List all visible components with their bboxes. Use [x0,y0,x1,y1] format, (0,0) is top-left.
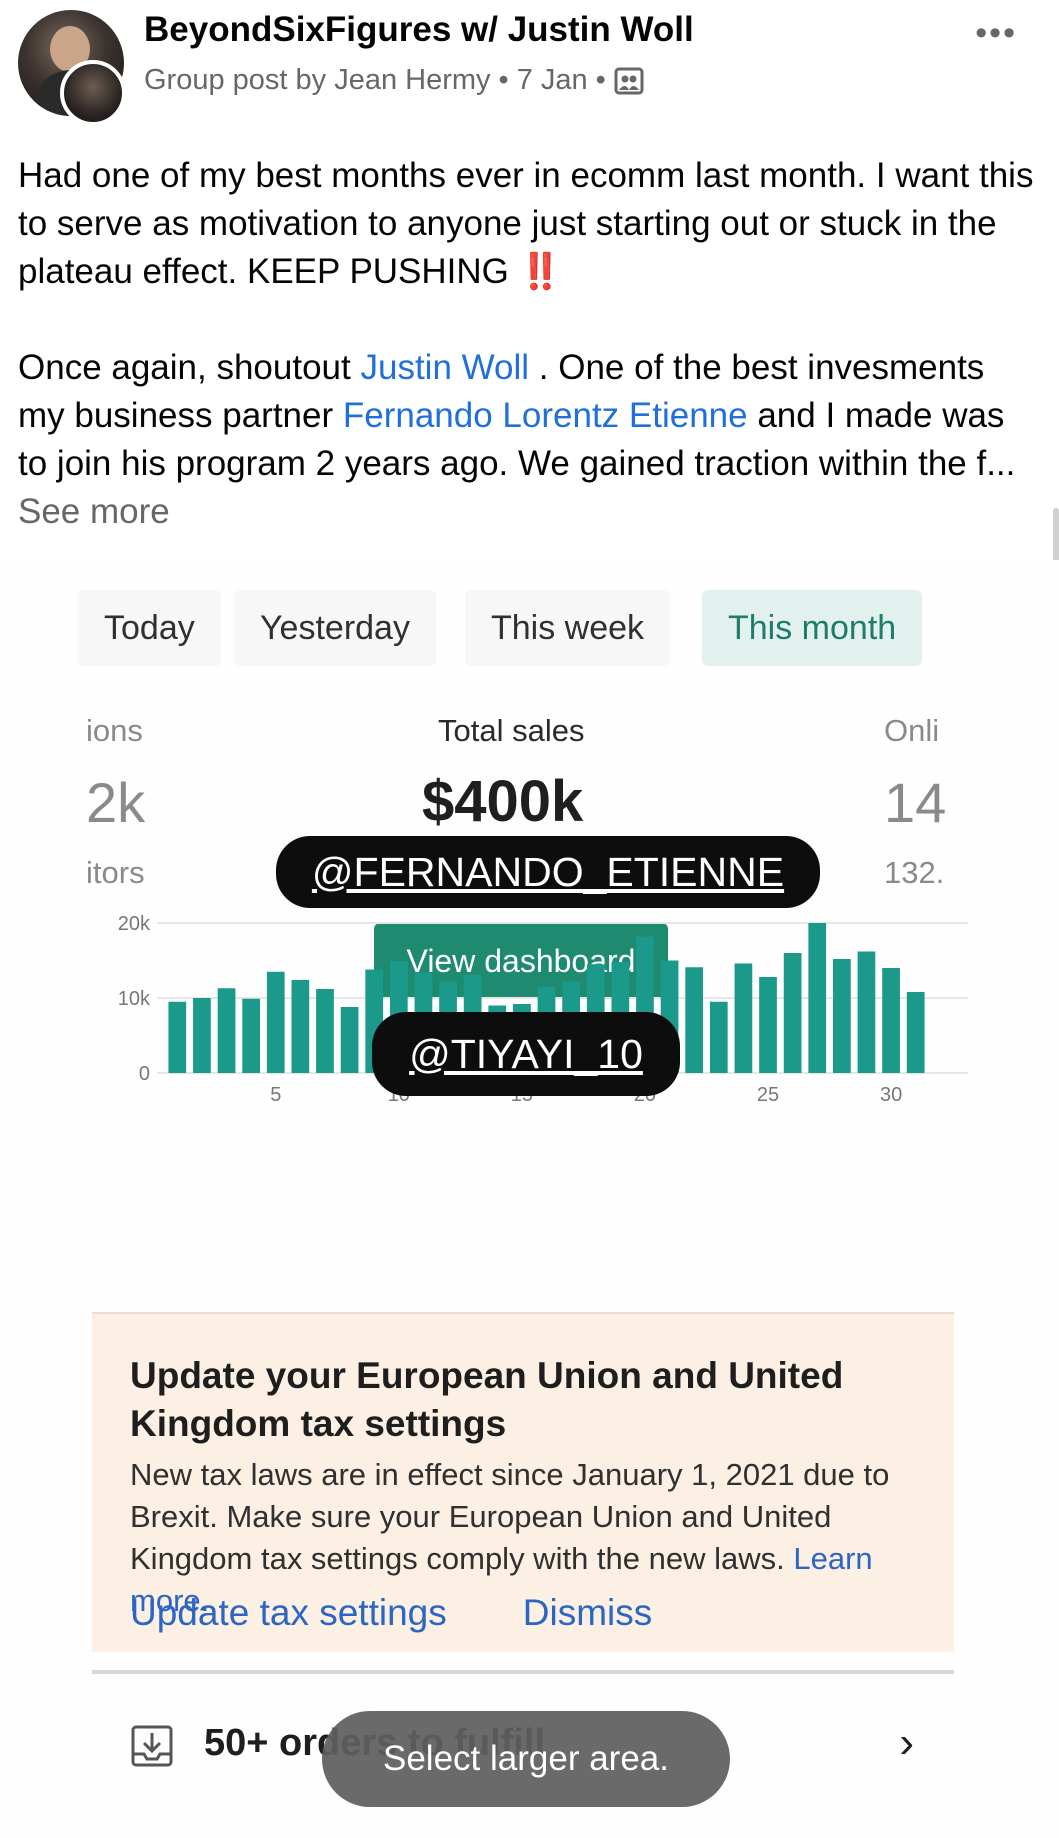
chart-bar [193,998,211,1073]
chart-bar [734,963,753,1073]
chart-bar [906,992,925,1073]
chart-bar [217,988,236,1073]
x-tick-label: 25 [757,1084,779,1106]
post-image[interactable]: Today Yesterday This week This month ion… [0,560,1059,1838]
post-header: BeyondSixFigures w/ Justin Woll Group po… [0,0,1059,126]
post-meta: Group post by Jean Hermy • 7 Jan • [144,64,644,97]
section-divider [92,1670,954,1674]
chart-bar [882,968,900,1073]
x-tick-label: 30 [880,1084,902,1106]
tax-banner-title: Update your European Union and United Ki… [130,1355,844,1444]
chart-bar [340,1007,359,1073]
select-larger-area-toast: Select larger area. [322,1711,730,1807]
x-tick-label: 5 [270,1084,281,1106]
chart-bar [832,959,851,1073]
poster-avatar[interactable] [60,60,126,126]
mention-fernando[interactable]: Fernando Lorentz Etienne [343,396,748,435]
tax-settings-banner: Update your European Union and United Ki… [92,1312,954,1652]
post-paragraph-1: Had one of my best months ever in ecomm … [18,152,1038,296]
double-exclamation-emoji: ‼️ [518,252,563,291]
chart-bar [759,977,777,1073]
chart-bar [168,1001,187,1073]
chart-bar [316,989,334,1073]
y-tick-label: 0 [139,1063,150,1085]
download-tray-icon [131,1725,173,1767]
group-name[interactable]: BeyondSixFigures w/ Justin Woll [144,10,694,50]
chart-bar [709,1001,728,1073]
post-author[interactable]: Group post by Jean Hermy [144,64,491,97]
dismiss-link: Dismiss [522,1592,653,1633]
chart-bar [685,967,704,1073]
username-sticker-tiyayi: @TIYAYI_10 [372,1012,680,1096]
meta-separator: • [595,64,606,96]
chevron-right-icon: › [899,1718,914,1767]
post-text-segment: Once again, shoutout [18,348,351,387]
chart-bar [783,953,802,1073]
group-audience-icon [614,67,644,94]
chart-bar [808,923,827,1073]
update-tax-settings-link: Update tax settings [130,1592,447,1633]
chart-bar [857,951,876,1073]
tax-banner-actions: Update tax settings Dismiss [130,1592,652,1634]
post-date[interactable]: 7 Jan [517,64,588,97]
chart-bar [266,971,285,1073]
post-paragraph-2: Once again, shoutout Justin Woll . One o… [18,344,1038,536]
post-text: Had one of my best months ever in ecomm … [18,152,1038,536]
see-more-link[interactable]: See more [18,492,170,531]
chart-bar [291,980,310,1073]
meta-separator: • [498,64,509,96]
y-tick-label: 20k [118,913,151,935]
chart-bar [242,998,261,1073]
mention-justin-woll[interactable]: Justin Woll [360,348,529,387]
y-tick-label: 10k [118,988,151,1010]
tax-banner-text: New tax laws are in effect since January… [130,1457,890,1576]
more-options-icon[interactable]: ••• [975,14,1017,53]
